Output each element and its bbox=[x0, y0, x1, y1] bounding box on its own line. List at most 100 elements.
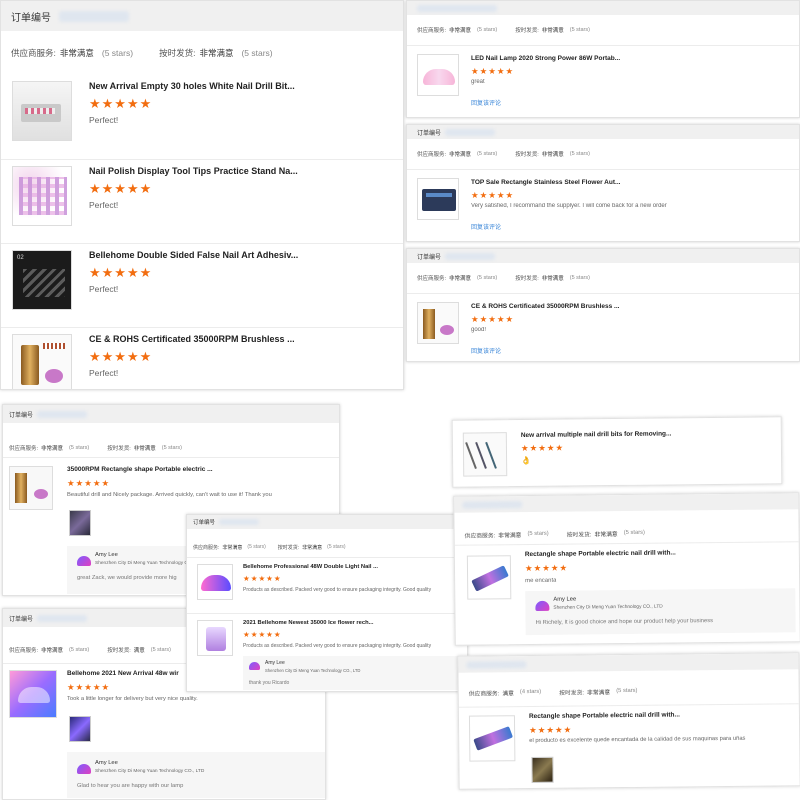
rating-stars: ★★★★★ bbox=[67, 682, 111, 692]
review-text: 👌 bbox=[521, 455, 532, 466]
order-panel-9: 供应商服务: 非常满意 (5 stars) 按时发货: 非常满意 (5 star… bbox=[453, 492, 800, 646]
product-image[interactable] bbox=[417, 54, 459, 96]
rating-stars: ★★★★★ bbox=[67, 478, 111, 488]
review-item: CE & ROHS Certificated 35000RPM Brushles… bbox=[407, 293, 799, 361]
review-text: Products as described. Packed very good … bbox=[243, 587, 432, 593]
seller-name: Amy Lee bbox=[95, 760, 118, 766]
rating-stars: ★★★★★ bbox=[520, 442, 565, 454]
add-review-link[interactable]: 回复该评论 bbox=[471, 346, 501, 355]
rating-stars: ★★★★★ bbox=[471, 66, 515, 76]
review-item: 02 Bellehome Double Sided False Nail Art… bbox=[1, 243, 403, 327]
review-item: Rectangle shape Portable electric nail d… bbox=[454, 541, 800, 646]
seller-logo bbox=[77, 556, 91, 566]
order-number-redacted bbox=[59, 10, 129, 22]
rating-stars: ★★★★★ bbox=[524, 562, 569, 574]
product-title[interactable]: Rectangle shape Portable electric nail d… bbox=[525, 549, 725, 558]
product-image[interactable] bbox=[462, 432, 508, 477]
seller-ratings: 供应商服务: 非常满意 (5 stars) 按时发货: 非常满意 (5 star… bbox=[417, 151, 590, 158]
review-item: CE & ROHS Certificated 35000RPM Brushles… bbox=[1, 327, 403, 389]
seller-logo bbox=[249, 662, 260, 670]
product-title[interactable]: 2021 Bellehome Newest 35000 Ice flower r… bbox=[243, 620, 443, 626]
reply-text: Glad to hear you are happy with our lamp bbox=[77, 783, 184, 789]
review-item: LED Nail Lamp 2020 Strong Power 86W Port… bbox=[407, 45, 799, 117]
product-image[interactable] bbox=[417, 178, 459, 220]
review-text: el producto es excelente quede encantada… bbox=[529, 735, 746, 745]
product-title[interactable]: 35000RPM Rectangle shape Portable electr… bbox=[67, 466, 297, 473]
order-panel-3: 订单编号 供应商服务: 非常满意 (5 stars) 按时发货: 非常满意 (5… bbox=[406, 124, 800, 242]
product-title[interactable]: Bellehome Double Sided False Nail Art Ad… bbox=[89, 250, 299, 260]
product-image[interactable]: 02 bbox=[12, 250, 72, 310]
seller-name: Amy Lee bbox=[553, 596, 577, 603]
seller-company: Shenzhen City Di Meng Yuan Technology CO… bbox=[553, 604, 663, 611]
add-review-link[interactable]: 回复该评论 bbox=[471, 98, 501, 107]
rating-stars: ★★★★★ bbox=[243, 630, 282, 639]
order-panel-2: 供应商服务: 非常满意 (5 stars) 按时发货: 非常满意 (5 star… bbox=[406, 0, 800, 118]
order-header: 订单编号 bbox=[407, 249, 799, 263]
product-title[interactable]: Bellehome 2021 New Arrival 48w wir bbox=[67, 670, 187, 677]
review-text: Perfect! bbox=[89, 115, 119, 125]
rating-stars: ★★★★★ bbox=[89, 181, 153, 196]
product-image[interactable] bbox=[417, 302, 459, 344]
seller-reply: Amy Lee Shenzhen City Di Meng Yuan Techn… bbox=[525, 588, 796, 636]
order-header: 订单编号 bbox=[1, 1, 403, 31]
review-text: good! bbox=[471, 327, 487, 333]
review-text: Products as described. Packed very good … bbox=[243, 643, 432, 649]
review-item: TOP Sale Rectangle Stainless Steel Flowe… bbox=[407, 169, 799, 241]
review-item: Rectangle shape Portable electric nail d… bbox=[458, 703, 800, 790]
review-text: me encanta bbox=[525, 577, 557, 585]
order-header bbox=[407, 1, 799, 15]
product-image[interactable] bbox=[468, 715, 516, 762]
product-title[interactable]: Nail Polish Display Tool Tips Practice S… bbox=[89, 166, 299, 176]
product-image[interactable] bbox=[12, 81, 72, 141]
rating-stars: ★★★★★ bbox=[243, 574, 282, 583]
review-photo[interactable] bbox=[531, 756, 554, 784]
seller-logo bbox=[77, 764, 91, 774]
seller-ratings: 供应商服务: 非常满意 (5 stars) 按时发货: 非常满意 (5 star… bbox=[417, 27, 590, 34]
product-title[interactable]: LED Nail Lamp 2020 Strong Power 86W Port… bbox=[471, 55, 691, 62]
order-panel-4: 订单编号 供应商服务: 非常满意 (5 stars) 按时发货: 非常满意 (5… bbox=[406, 248, 800, 362]
review-photo[interactable] bbox=[69, 716, 91, 742]
review-text: great bbox=[471, 79, 485, 85]
rating-stars: ★★★★★ bbox=[471, 190, 515, 200]
seller-reply: Amy Lee Shenzhen City Di Meng Yuan Techn… bbox=[243, 656, 463, 690]
seller-company: Shenzhen City Di Meng Yuan Technology CO… bbox=[265, 668, 361, 673]
reply-text: Hi Richely, It is good choice and hope o… bbox=[535, 618, 714, 626]
product-title[interactable]: New Arrival Empty 30 holes White Nail Dr… bbox=[89, 81, 299, 91]
product-title[interactable]: Bellehome Professional 48W Double Light … bbox=[243, 564, 443, 570]
review-text: Perfect! bbox=[89, 200, 119, 210]
rating-stars: ★★★★★ bbox=[89, 265, 153, 280]
review-text: Took a little longer for delivery but ve… bbox=[67, 696, 198, 702]
product-image[interactable] bbox=[466, 555, 512, 600]
product-image[interactable] bbox=[9, 670, 57, 718]
product-image[interactable] bbox=[12, 334, 72, 389]
review-item: New Arrival Empty 30 holes White Nail Dr… bbox=[1, 75, 403, 159]
product-image[interactable] bbox=[197, 620, 233, 656]
seller-ratings: 供应商服务: 非常满意 (5 stars) 按时发货: 非常满意 (5 star… bbox=[417, 275, 590, 282]
order-header: 订单编号 bbox=[407, 125, 799, 139]
order-header: 订单编号 bbox=[3, 405, 339, 423]
product-title[interactable]: CE & ROHS Certificated 35000RPM Brushles… bbox=[89, 334, 299, 344]
review-photo[interactable] bbox=[69, 510, 91, 536]
product-title[interactable]: CE & ROHS Certificated 35000RPM Brushles… bbox=[471, 303, 691, 310]
review-item: 2021 Bellehome Newest 35000 Ice flower r… bbox=[187, 613, 467, 691]
product-title[interactable]: TOP Sale Rectangle Stainless Steel Flowe… bbox=[471, 179, 691, 186]
product-image[interactable] bbox=[197, 564, 233, 600]
review-item: Nail Polish Display Tool Tips Practice S… bbox=[1, 159, 403, 243]
seller-company: Shenzhen City Di Meng Yuan Technology CO… bbox=[95, 769, 205, 774]
seller-ratings: 供应商服务: 非常满意 (5 stars) 按时发货: 非常满意 (5 star… bbox=[193, 544, 346, 551]
product-title[interactable]: New arrival multiple nail drill bits for… bbox=[521, 430, 721, 439]
order-panel-8: New arrival multiple nail drill bits for… bbox=[451, 416, 783, 488]
rating-stars: ★★★★★ bbox=[529, 724, 573, 736]
product-image[interactable] bbox=[9, 466, 53, 510]
rating-stars: ★★★★★ bbox=[89, 96, 153, 111]
product-image[interactable] bbox=[12, 166, 72, 226]
review-text: Perfect! bbox=[89, 368, 119, 378]
order-panel-1: 订单编号 供应商服务: 非常满意 (5 stars) 按时发货: 非常满意 (5… bbox=[0, 0, 404, 390]
order-panel-10: 供应商服务: 满意 (4 stars) 按时发货: 非常满意 (5 stars)… bbox=[457, 652, 800, 790]
seller-ratings: 供应商服务: 非常满意 (5 stars) 按时发货: 非常满意 (5 star… bbox=[11, 48, 273, 58]
product-title[interactable]: Rectangle shape Portable electric nail d… bbox=[529, 711, 729, 720]
add-review-link[interactable]: 回复该评论 bbox=[471, 222, 501, 231]
rating-stars: ★★★★★ bbox=[89, 349, 153, 364]
order-panel-7: 订单编号 供应商服务: 非常满意 (5 stars) 按时发货: 非常满意 (5… bbox=[186, 514, 468, 692]
rating-stars: ★★★★★ bbox=[471, 314, 515, 324]
